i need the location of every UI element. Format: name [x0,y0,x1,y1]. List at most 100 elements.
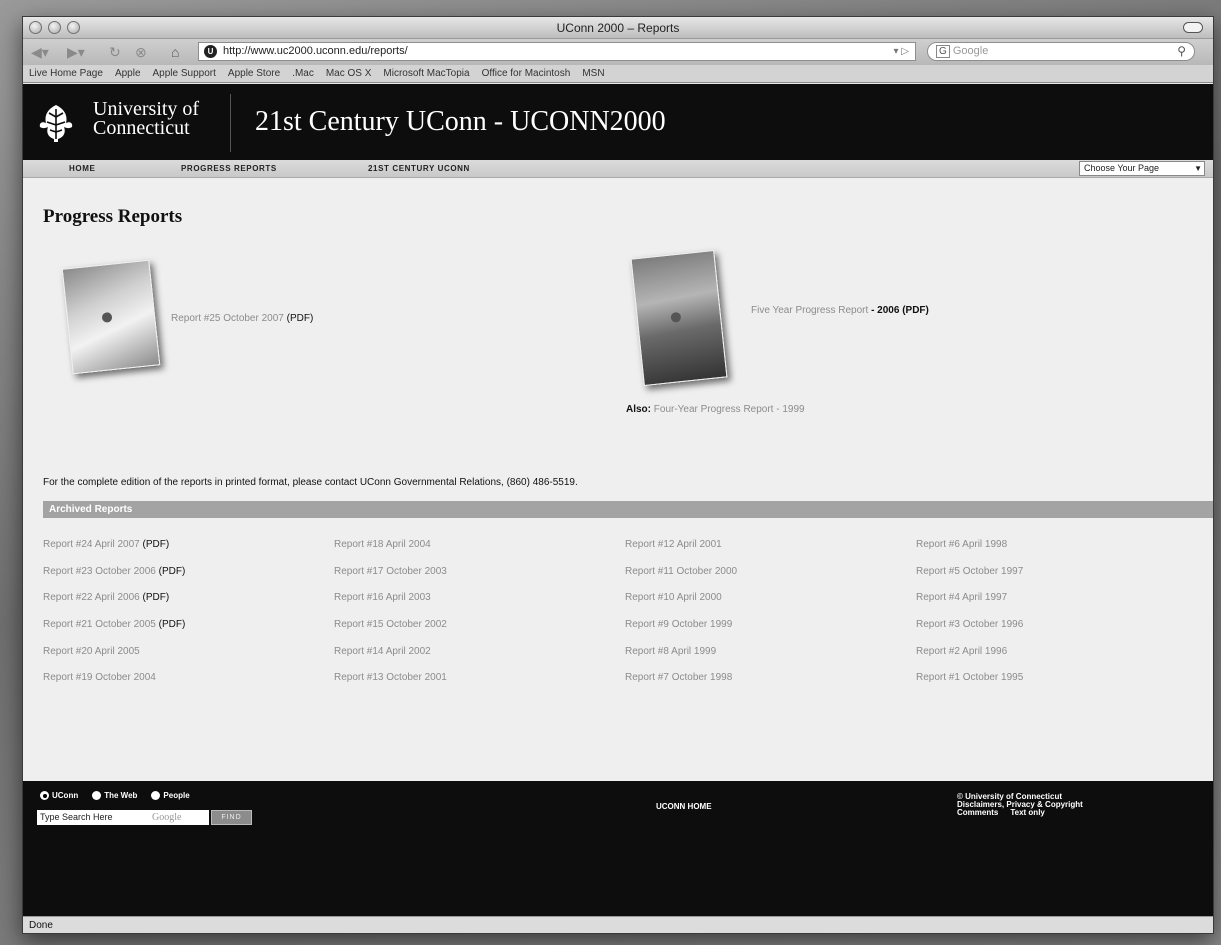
header-divider [230,94,231,152]
archive-report-link[interactable]: Report #20 April 2005 [43,646,334,673]
bookmark-item[interactable]: Live Home Page [29,65,103,82]
site-favicon-icon: U [204,45,217,58]
also-label: Also: [626,404,651,415]
site-title: 21st Century UConn - UCONN2000 [255,106,666,137]
browser-toolbar: ◀▾ ▶▾ ↻ ⊗ ⌂ U http://www.uc2000.uconn.ed… [23,39,1213,65]
archive-report-link[interactable]: Report #24 April 2007 (PDF) [43,539,334,566]
chevron-down-icon: ▼ [1194,164,1202,173]
bookmark-item[interactable]: Office for Macintosh [482,65,571,82]
comments-link[interactable]: Comments [957,808,998,817]
archive-report-link[interactable]: Report #22 April 2006 (PDF) [43,592,334,619]
bookmark-item[interactable]: .Mac [292,65,314,82]
archive-report-link[interactable]: Report #4 April 1997 [916,592,1207,619]
search-placeholder: Google [952,45,989,57]
archive-report-link[interactable]: Report #15 October 2002 [334,619,625,646]
pdf-label[interactable]: (PDF) [159,619,186,630]
browser-window: UConn 2000 – Reports ◀▾ ▶▾ ↻ ⊗ ⌂ U http:… [22,16,1214,934]
archive-report-link[interactable]: Report #2 April 1996 [916,646,1207,673]
also-line: Also: Four-Year Progress Report - 1999 [626,404,805,415]
bookmark-item[interactable]: MSN [582,65,604,82]
archive-report-link[interactable]: Report #3 October 1996 [916,619,1207,646]
bookmark-item[interactable]: Mac OS X [326,65,372,82]
choose-page-value: Choose Your Page [1084,163,1160,173]
bookmarks-bar: Live Home Page Apple Apple Support Apple… [23,65,1213,83]
archived-reports-heading: Archived Reports [43,501,1213,518]
archive-report-link[interactable]: Report #17 October 2003 [334,566,625,593]
contact-note: For the complete edition of the reports … [43,477,578,488]
report-25-cover-image[interactable] [61,259,161,375]
web-page: University of Connecticut 21st Century U… [23,84,1213,916]
home-icon[interactable]: ⌂ [171,43,179,61]
radio-selected-icon[interactable] [40,791,49,800]
radio-icon[interactable] [151,791,161,800]
archive-report-link[interactable]: Report #19 October 2004 [43,672,334,699]
stop-icon[interactable]: ⊗ [135,43,147,61]
site-header: University of Connecticut 21st Century U… [23,84,1213,160]
address-bar[interactable]: U http://www.uc2000.uconn.edu/reports/ ▾… [198,42,916,61]
featured-report-25[interactable]: Report #25 October 2007 (PDF) [171,313,313,324]
archive-report-link[interactable]: Report #5 October 1997 [916,566,1207,593]
forward-icon[interactable]: ▶▾ [67,43,85,61]
oak-leaf-logo-icon[interactable] [36,103,76,143]
four-year-report-link[interactable]: Four-Year Progress Report - 1999 [654,404,805,415]
radio-uconn[interactable]: UConn [40,791,78,800]
title-bar: UConn 2000 – Reports [23,17,1213,39]
footer-copyright-block: © University of Connecticut Disclaimers,… [957,793,1083,817]
archived-reports-grid: Report #24 April 2007 (PDF) Report #18 A… [43,539,1203,699]
find-button[interactable]: FIND [211,810,252,825]
archive-report-link[interactable]: Report #14 April 2002 [334,646,625,673]
archive-report-link[interactable]: Report #18 April 2004 [334,539,625,566]
pdf-label[interactable]: (PDF) [287,313,314,324]
cover-emblem [670,311,682,323]
radio-the-web[interactable]: The Web [92,791,137,800]
archive-report-link[interactable]: Report #8 April 1999 [625,646,916,673]
address-dropdown-icon[interactable]: ▾ ▷ [894,43,910,60]
five-year-report-cover-image[interactable] [630,249,728,387]
bookmark-item[interactable]: Apple [115,65,141,82]
bookmark-item[interactable]: Apple Store [228,65,280,82]
featured-report-25-link[interactable]: Report #25 October 2007 [171,313,284,324]
archive-report-link[interactable]: Report #10 April 2000 [625,592,916,619]
main-nav: HOME PROGRESS REPORTS 21ST CENTURY UCONN… [23,160,1213,178]
bookmark-item[interactable]: Microsoft MacTopia [383,65,469,82]
cover-emblem [101,311,113,323]
search-engine-icon[interactable]: G [936,45,950,58]
archive-report-link[interactable]: Report #12 April 2001 [625,539,916,566]
browser-search-field[interactable]: G Google ⚲ [927,42,1195,61]
archive-report-link[interactable]: Report #1 October 1995 [916,672,1207,699]
site-footer: UConn The Web People Type Search Here Go… [23,781,1213,916]
logo-line2: Connecticut [93,117,190,139]
bookmark-item[interactable]: Apple Support [153,65,216,82]
archive-report-link[interactable]: Report #23 October 2006 (PDF) [43,566,334,593]
archive-report-link[interactable]: Report #13 October 2001 [334,672,625,699]
pdf-label[interactable]: (PDF) [143,592,170,603]
five-year-report-link[interactable]: Five Year Progress Report [751,305,868,316]
archive-report-link[interactable]: Report #9 October 1999 [625,619,916,646]
footer-search-input[interactable]: Type Search Here Google [37,810,209,825]
choose-page-select[interactable]: Choose Your Page ▼ [1079,161,1205,176]
back-icon[interactable]: ◀▾ [31,43,49,61]
reload-icon[interactable]: ↻ [109,43,121,61]
nav-progress-reports[interactable]: PROGRESS REPORTS [181,164,277,173]
pdf-label[interactable]: (PDF) [159,566,186,577]
archive-report-link[interactable]: Report #21 October 2005 (PDF) [43,619,334,646]
pdf-label[interactable]: (PDF) [143,539,170,550]
search-icon[interactable]: ⚲ [1177,43,1186,60]
google-watermark: Google [152,812,182,823]
five-year-report-suffix[interactable]: - 2006 (PDF) [871,305,929,316]
radio-people[interactable]: People [151,791,190,800]
university-logo-text[interactable]: University of Connecticut [93,99,199,139]
nav-home[interactable]: HOME [69,164,95,173]
toolbar-toggle-button[interactable] [1183,22,1203,33]
archive-report-link[interactable]: Report #6 April 1998 [916,539,1207,566]
nav-21st-century-uconn[interactable]: 21ST CENTURY UCONN [368,164,470,173]
status-bar: Done [23,916,1213,933]
radio-icon[interactable] [92,791,102,800]
archive-report-link[interactable]: Report #11 October 2000 [625,566,916,593]
archive-report-link[interactable]: Report #7 October 1998 [625,672,916,699]
text-only-link[interactable]: Text only [1010,808,1045,817]
uconn-home-link[interactable]: UCONN HOME [656,802,712,811]
featured-five-year-report[interactable]: Five Year Progress Report - 2006 (PDF) [751,305,929,316]
footer-search-placeholder: Type Search Here [40,812,113,822]
archive-report-link[interactable]: Report #16 April 2003 [334,592,625,619]
